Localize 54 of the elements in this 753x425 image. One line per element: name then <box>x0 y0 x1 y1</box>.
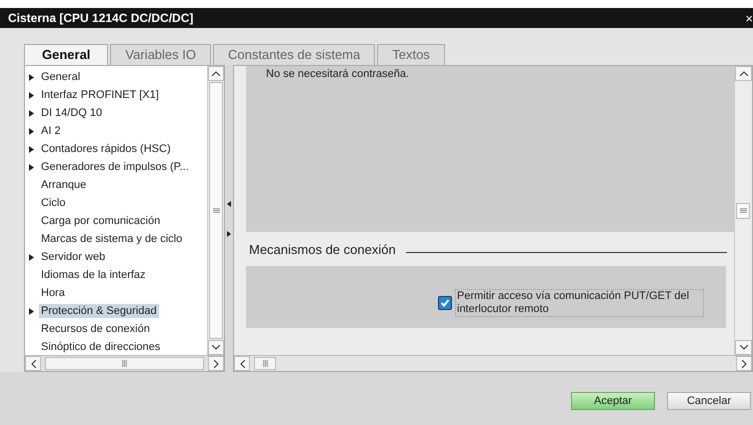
tab[interactable]: Textos <box>377 44 445 65</box>
expand-arrow-icon[interactable] <box>29 254 34 260</box>
horizontal-scrollbar[interactable] <box>25 355 224 371</box>
info-text: No se necesitará contraseña. <box>266 68 410 80</box>
vertical-scrollbar[interactable] <box>734 66 752 355</box>
tree-item[interactable]: Carga por comunicación <box>39 214 162 228</box>
tree-item[interactable]: Marcas de sistema y de ciclo <box>39 232 184 246</box>
tree-item[interactable]: Idiomas de la interfaz <box>39 268 148 282</box>
expand-arrow-icon[interactable] <box>29 146 34 152</box>
section-title: Mecanismos de conexión <box>249 242 396 256</box>
tree-item[interactable]: Arranque <box>39 178 88 192</box>
tree-item[interactable]: DI 14/DQ 10 <box>39 106 104 120</box>
grip-icon <box>262 360 268 367</box>
tree-item[interactable]: AI 2 <box>39 124 63 138</box>
scroll-up-icon[interactable] <box>212 71 220 76</box>
tree-item[interactable]: Contadores rápidos (HSC) <box>39 142 173 156</box>
scroll-left-icon[interactable] <box>240 360 244 368</box>
scroll-right-icon[interactable] <box>214 360 218 368</box>
window-title: Cisterna [CPU 1214C DC/DC/DC] <box>8 11 194 25</box>
scroll-down-icon[interactable] <box>212 345 220 350</box>
scroll-down-icon[interactable] <box>740 345 748 350</box>
expand-arrow-icon[interactable] <box>29 164 34 170</box>
scroll-up-icon[interactable] <box>740 71 748 76</box>
expand-arrow-icon[interactable] <box>29 92 34 98</box>
expand-arrow-icon[interactable] <box>29 74 34 80</box>
tree-item[interactable]: Interfaz PROFINET [X1] <box>39 88 161 102</box>
tree-item[interactable]: Recursos de conexión <box>39 322 152 336</box>
tree-item[interactable]: Sinóptico de direcciones <box>39 340 162 354</box>
expand-right-icon[interactable] <box>227 230 231 236</box>
tab[interactable]: Variables IO <box>110 44 211 65</box>
tree-item[interactable]: Hora <box>39 286 67 300</box>
grip-icon <box>122 360 127 367</box>
tree-item[interactable]: Ciclo <box>39 196 68 210</box>
close-button[interactable]: × <box>745 12 753 24</box>
checkbox-label[interactable]: Permitir acceso vía comunicación PUT/GET del interlocutor remoto <box>455 289 704 317</box>
grip-icon <box>740 208 746 213</box>
tab[interactable]: Constantes de sistema <box>213 44 376 65</box>
tree-item[interactable]: General <box>39 70 82 84</box>
expand-arrow-icon[interactable] <box>29 110 34 116</box>
expand-arrow-icon[interactable] <box>29 128 34 134</box>
tree-item[interactable]: Protección & Seguridad <box>39 304 159 318</box>
scroll-left-icon[interactable] <box>30 360 36 368</box>
tree-item[interactable]: Generadores de impulsos (P... <box>39 160 191 174</box>
tree-item[interactable]: Servidor web <box>39 250 108 264</box>
horizontal-scrollbar[interactable] <box>234 355 752 371</box>
scroll-right-icon[interactable] <box>742 360 746 368</box>
vertical-scrollbar[interactable] <box>207 66 224 355</box>
tab[interactable]: General <box>24 44 108 66</box>
expand-arrow-icon[interactable] <box>29 308 34 314</box>
grip-icon <box>212 208 220 213</box>
collapse-left-icon[interactable] <box>227 200 231 206</box>
accept-button[interactable]: Aceptar <box>571 392 655 410</box>
checkbox[interactable] <box>438 296 452 310</box>
cancel-button[interactable]: Cancelar <box>667 392 751 410</box>
